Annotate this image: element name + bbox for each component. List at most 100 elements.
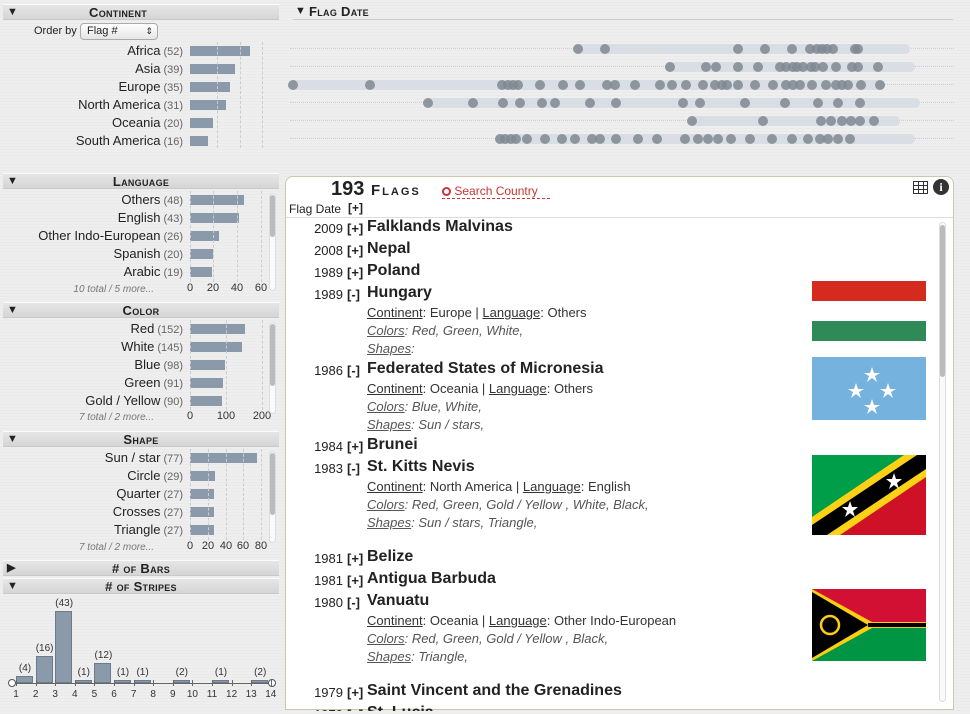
continent-row[interactable]: South America (16) [0,132,280,150]
timeline-dot[interactable] [831,62,841,72]
timeline-dot[interactable] [855,98,865,108]
timeline-dot[interactable] [869,116,879,126]
timeline-dot[interactable] [365,80,375,90]
color-row[interactable]: White (145) [0,338,280,356]
histogram-bar[interactable] [114,680,131,683]
timeline-dot[interactable] [611,98,621,108]
entry-name[interactable]: Hungary [367,284,432,302]
shape-row[interactable]: Sun / star (77) [0,449,280,467]
timeline-dot[interactable] [558,80,568,90]
entry-name[interactable]: St. Lucia [367,704,434,711]
flag-list-scrollbar-thumb[interactable] [940,225,945,377]
color-summary[interactable]: 7 total / 2 more... [20,412,154,423]
histogram-bar[interactable] [94,662,112,683]
language-header[interactable]: ▼ Language [3,173,279,189]
entry-toggle[interactable]: [-] [347,287,360,302]
shapes-link[interactable]: Shapes [367,649,411,664]
continent-link[interactable]: Continent [367,381,423,396]
timeline-dot[interactable] [511,134,521,144]
color-row[interactable]: Gold / Yellow (90) [0,392,280,410]
timeline-dot[interactable] [611,134,621,144]
stripes-header[interactable]: ▼ # of Stripes [3,578,279,594]
timeline-dot[interactable] [845,134,855,144]
timeline-dot[interactable] [573,44,583,54]
timeline-dot[interactable] [828,44,838,54]
entry-name[interactable]: Saint Vincent and the Grenadines [367,682,622,700]
timeline-dot[interactable] [557,134,567,144]
continent-header[interactable]: ▼ Continent [3,4,279,20]
flag-date-header[interactable]: ▼ Flag Date [293,4,953,20]
timeline-dot[interactable] [813,98,823,108]
entry-toggle[interactable]: [+] [347,551,363,566]
language-link[interactable]: Language [489,381,547,396]
timeline-dot[interactable] [823,134,833,144]
timeline-dot[interactable] [522,134,532,144]
continent-row[interactable]: Oceania (20) [0,114,280,132]
entry-toggle[interactable]: [+] [347,707,363,711]
timeline-dot[interactable] [535,80,545,90]
shape-row[interactable]: Crosses (27) [0,503,280,521]
continent-link[interactable]: Continent [367,479,423,494]
timeline-dot[interactable] [498,98,508,108]
language-row[interactable]: English (43) [0,209,280,227]
color-header[interactable]: ▼ Color [3,302,279,318]
collapse-triangle-icon[interactable]: ▼ [295,4,306,19]
timeline-dot[interactable] [423,98,433,108]
timeline-dot[interactable] [537,98,547,108]
shapes-link[interactable]: Shapes [367,341,411,356]
color-row[interactable]: Red (152) [0,320,280,338]
shapes-link[interactable]: Shapes [367,515,411,530]
colors-link[interactable]: Colors [367,323,405,338]
timeline-dot[interactable] [652,134,662,144]
entry-name[interactable]: Nepal [367,240,411,258]
color-scrollbar[interactable] [269,322,276,414]
continent-row[interactable]: Europe (35) [0,78,280,96]
entry-toggle[interactable]: [+] [347,439,363,454]
timeline-dot[interactable] [833,98,843,108]
timeline-dot[interactable] [513,80,523,90]
colors-link[interactable]: Colors [367,631,405,646]
timeline-dot[interactable] [767,134,777,144]
language-scrollbar[interactable] [269,193,276,291]
timeline-dot[interactable] [758,116,768,126]
entry-name[interactable]: Poland [367,262,420,280]
entry-name[interactable]: Vanuatu [367,592,429,610]
timeline-dot[interactable] [873,62,883,72]
entry-name[interactable]: Belize [367,548,413,566]
histogram-handle-left[interactable] [8,679,16,687]
bars-header[interactable]: ▶ # of Bars [3,560,279,576]
language-row[interactable]: Others (48) [0,191,280,209]
timeline-dot[interactable] [726,134,736,144]
language-link[interactable]: Language [482,305,540,320]
histogram-bar[interactable] [55,611,73,683]
timeline-dot[interactable] [780,98,790,108]
entry-name[interactable]: Brunei [367,436,418,454]
shape-row[interactable]: Circle (29) [0,467,280,485]
timeline-dot[interactable] [540,134,550,144]
color-row[interactable]: Blue (98) [0,356,280,374]
timeline-dot[interactable] [713,134,723,144]
continent-link[interactable]: Continent [367,305,423,320]
timeline-dot[interactable] [733,44,743,54]
timeline-dot[interactable] [833,134,843,144]
timeline-dot[interactable] [655,80,665,90]
shape-scrollbar[interactable] [269,451,276,543]
timeline-dot[interactable] [722,80,732,90]
timeline-dot[interactable] [633,134,643,144]
language-summary[interactable]: 10 total / 5 more... [20,284,154,295]
timeline-dot[interactable] [665,62,675,72]
entry-toggle[interactable]: [-] [347,363,360,378]
timeline-dot[interactable] [816,116,826,126]
timeline-dot[interactable] [575,80,585,90]
timeline-dot[interactable] [856,80,866,90]
timeline-dot[interactable] [787,134,797,144]
timeline-dot[interactable] [807,80,817,90]
color-row[interactable]: Green (91) [0,374,280,392]
histogram-bar[interactable] [35,656,53,683]
timeline-dot[interactable] [733,62,743,72]
timeline-dot[interactable] [843,80,853,90]
timeline-dot[interactable] [826,116,836,126]
entry-name[interactable]: St. Kitts Nevis [367,458,475,476]
shape-row[interactable]: Triangle (27) [0,521,280,539]
timeline-dot[interactable] [795,80,805,90]
